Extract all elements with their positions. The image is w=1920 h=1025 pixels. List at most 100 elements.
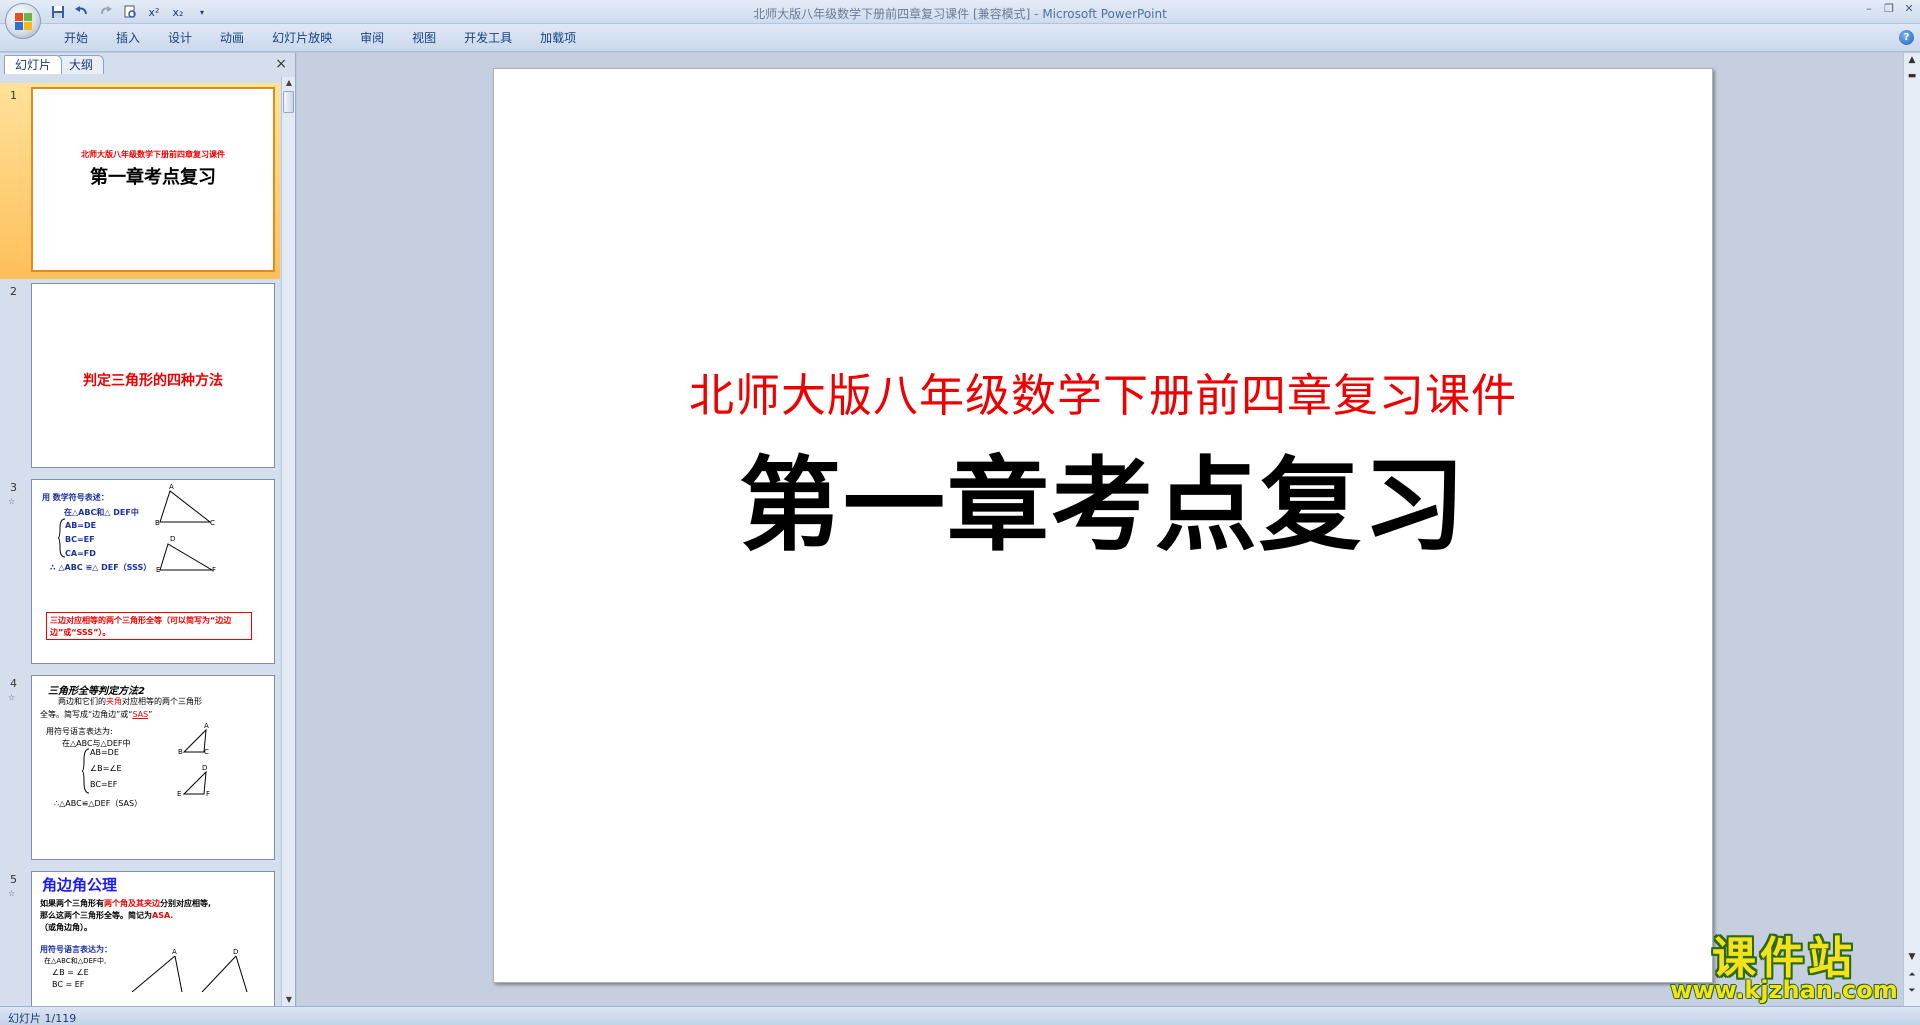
help-icon[interactable]: ? [1899,30,1914,45]
slide-number: 1 [10,89,17,102]
thumb-text: AB=DE [65,521,97,530]
tab-slides[interactable]: 幻灯片 [4,55,63,74]
minimize-icon[interactable]: – [1862,2,1876,16]
tab-insert[interactable]: 插入 [102,30,154,46]
thumb-text: 全等。简写成“边角边”或“ [40,710,133,719]
thumbnail-scrollbar[interactable]: ▲ ▼ [281,77,295,1006]
thumb-text: 分别对应相等, [160,899,212,908]
vertex-label: D [233,948,239,956]
slide-title[interactable]: 第一章考点复习 [494,424,1712,571]
thumb-text: ∠B = ∠E [52,968,89,977]
tab-addins[interactable]: 加载项 [526,30,590,46]
slide-number: 2 [10,285,17,298]
slide-thumbnail-5[interactable]: 角边角公理 如果两个三角形有两个角及其夹边分别对应相等, 那么这两个三角形全等。… [31,871,275,1006]
thumb-text: ” [148,710,153,719]
thumb-title: 判定三角形的四种方法 [83,373,223,389]
window-title: 北师大版八年级数学下册前四章复习课件 [兼容模式] - Microsoft Po… [0,5,1920,22]
thumb-text-highlight: SAS [132,710,149,719]
vertex-label: E [177,790,182,798]
triangle-figure [131,955,248,992]
thumb-text: CA=FD [65,549,96,558]
thumbnail-row-2[interactable]: 2 判定三角形的四种方法 [0,279,280,475]
previous-slide-icon[interactable]: ⏶ [1906,970,1918,984]
thumb-title: 第一章考点复习 [90,167,216,188]
thumb-text: 两边和它们的 [58,697,106,706]
pane-tabs: 幻灯片 大纲 [4,55,105,75]
tab-view[interactable]: 视图 [398,30,450,46]
slide-thumbnail-1[interactable]: 北师大版八年级数学下册前四章复习课件 第一章考点复习 [31,87,275,272]
scroll-down-icon[interactable]: ▼ [1906,952,1918,966]
thumb-subtitle: 北师大版八年级数学下册前四章复习课件 [81,149,225,159]
vertex-label: C [204,748,209,756]
vertex-label: D [170,535,176,543]
animation-star-icon: ☆ [8,497,16,506]
status-bar: 幻灯片 1/119 [0,1006,1920,1025]
thumbnail-row-1[interactable]: 1 北师大版八年级数学下册前四章复习课件 第一章考点复习 [0,83,280,279]
thumb-text: 在△ABC和△ DEF中 [64,508,139,517]
thumb-text-highlight: ASA. [152,911,174,920]
thumb-heading: 三角形全等判定方法2 [48,686,145,697]
thumb-text: ∠B=∠E [90,764,122,773]
slide-number: 5 [10,873,17,886]
thumb-heading: 角边角公理 [42,876,118,894]
scroll-up-icon[interactable]: ▲ [1906,55,1918,69]
thumb-text: ∴ △ABC ≌△ DEF（SSS） [50,563,152,572]
thumb-text: ∴△ABC≌△DEF（SAS） [54,799,143,808]
thumbnail-list: 1 北师大版八年级数学下册前四章复习课件 第一章考点复习 2 判定三角形的四种方… [0,77,280,1006]
vertex-label: E [156,566,161,574]
watermark: 课件站 www.kjzhan.com [1668,922,1900,1006]
triangle-figure [159,490,214,571]
thumb-text: 那么这两个三角形全等。简记为 [40,911,152,920]
thumb-text: BC=EF [65,535,95,544]
window-controls: – ❐ ✕ [1862,2,1916,16]
thumbnail-row-5[interactable]: 5 ☆ 角边角公理 如果两个三角形有两个角及其夹边分别对应相等, 那么这两个三角… [0,867,280,1006]
tab-design[interactable]: 设计 [154,30,206,46]
thumb-text: BC = EF [52,980,85,989]
slides-pane: 幻灯片 大纲 × 1 北师大版八年级数学下册前四章复习课件 第一章考点复习 2 … [0,53,296,1006]
vertex-label: C [210,519,215,527]
animation-star-icon: ☆ [8,693,16,702]
scroll-thumb[interactable] [283,91,294,113]
slide-thumbnail-2[interactable]: 判定三角形的四种方法 [31,283,275,468]
current-slide[interactable]: 北师大版八年级数学下册前四章复习课件 第一章考点复习 [493,68,1713,983]
vertex-label: D [202,764,208,772]
tab-animations[interactable]: 动画 [206,30,258,46]
next-slide-icon[interactable]: ⏷ [1906,986,1918,1000]
restore-icon[interactable]: ❐ [1882,2,1896,16]
vertex-label: B [178,748,183,756]
thumb-text: 用符号语言表达为： [40,945,112,954]
animation-star-icon: ☆ [8,889,16,898]
slide-thumbnail-4[interactable]: 三角形全等判定方法2 两边和它们的夹角对应相等的两个三角形 全等。简写成“边角边… [31,675,275,860]
vertex-label: F [206,790,211,798]
thumb-text: 用符号语言表达为: [46,727,113,736]
tab-developer[interactable]: 开发工具 [450,30,526,46]
slide-number: 4 [10,677,17,690]
scroll-thumb[interactable]: ▬ [1906,71,1918,85]
tab-home[interactable]: 开始 [50,30,102,46]
tab-review[interactable]: 审阅 [346,30,398,46]
thumbnail-row-4[interactable]: 4 ☆ 三角形全等判定方法2 两边和它们的夹角对应相等的两个三角形 全等。简写成… [0,671,280,867]
vertex-label: A [169,483,174,491]
office-button[interactable] [5,3,41,39]
thumb-text: BC=EF [90,780,118,789]
slide-editor: 北师大版八年级数学下册前四章复习课件 第一章考点复习 [297,53,1903,1006]
document-name: 北师大版八年级数学下册前四章复习课件 [兼容模式] - [753,7,1043,21]
thumb-text: 用 数学符号表述： [42,493,109,502]
close-icon[interactable]: ✕ [1902,2,1916,16]
tab-slideshow[interactable]: 幻灯片放映 [258,30,346,46]
office-logo-icon [15,13,32,30]
slide-number: 3 [10,481,17,494]
vertex-label: A [204,722,209,730]
app-name: Microsoft PowerPoint [1042,7,1167,21]
thumb-text-highlight: 两个角及其夹边 [104,899,160,908]
watermark-url: www.kjzhan.com [1670,976,1898,1004]
tab-outline[interactable]: 大纲 [58,55,105,74]
scroll-down-icon[interactable]: ▼ [284,995,294,1005]
slide-subtitle[interactable]: 北师大版八年级数学下册前四章复习课件 [494,359,1712,424]
slide-thumbnail-3[interactable]: 用 数学符号表述： 在△ABC和△ DEF中 AB=DE BC=EF CA=FD… [31,479,275,664]
scroll-up-icon[interactable]: ▲ [284,78,294,88]
pane-close-icon[interactable]: × [275,56,287,72]
editor-scrollbar[interactable]: ▲ ▬ ▼ ⏶ ⏷ [1903,53,1920,1006]
thumb-text: 对应相等的两个三角形 [122,697,202,706]
thumbnail-row-3[interactable]: 3 ☆ 用 数学符号表述： 在△ABC和△ DEF中 AB=DE BC=EF C… [0,475,280,671]
